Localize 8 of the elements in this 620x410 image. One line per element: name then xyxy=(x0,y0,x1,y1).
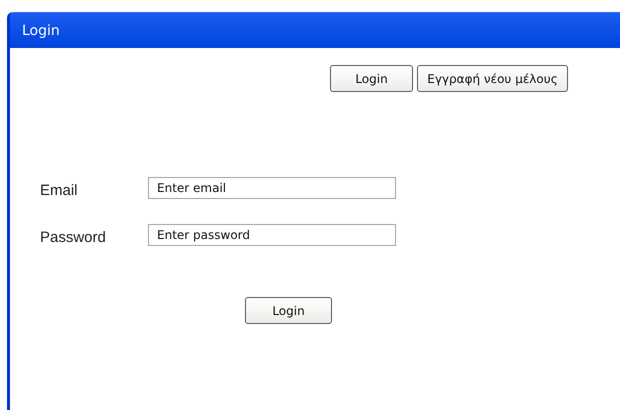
login-button[interactable]: Login xyxy=(330,65,413,92)
submit-button[interactable]: Login xyxy=(245,297,332,324)
window-title: Login xyxy=(22,22,60,38)
field-label: Password xyxy=(40,228,107,246)
input-field[interactable]: Enter email xyxy=(148,177,396,199)
input-field[interactable]: Enter password xyxy=(148,224,396,246)
register-button[interactable]: Εγγραφή νέου μέλους xyxy=(417,65,568,92)
field-label: Email xyxy=(40,180,79,198)
